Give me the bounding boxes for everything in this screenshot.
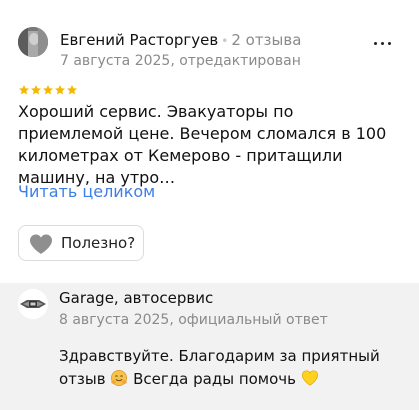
star-icon	[67, 85, 77, 95]
helpful-button[interactable]: Полезно?	[18, 225, 144, 261]
reply-text: Здравствуйте. Благодарим за приятный отз…	[59, 345, 389, 391]
review-date: 7 августа 2025, отредактирован	[60, 53, 301, 69]
star-icon	[19, 85, 29, 95]
author-name[interactable]: Евгений Расторгуев	[60, 31, 218, 49]
star-icon	[43, 85, 53, 95]
hugging-face-emoji-icon	[111, 369, 128, 387]
helpful-label: Полезно?	[61, 234, 136, 252]
review-card: Евгений Расторгуев • 2 отзыва 7 августа 20…	[0, 0, 419, 283]
reply-text-part2: Всегда рады помочь	[133, 370, 296, 388]
author-line: Евгений Расторгуев • 2 отзыва	[60, 31, 301, 49]
star-icon	[31, 85, 41, 95]
author-avatar[interactable]	[18, 27, 48, 57]
business-name[interactable]: Garage, автосервис	[59, 289, 213, 307]
heart-icon	[30, 234, 52, 254]
reviews-count: 2 отзыва	[231, 31, 302, 49]
rating-stars	[18, 84, 78, 96]
more-options-button[interactable]	[372, 36, 394, 50]
review-text: Хороший сервис. Эвакуаторы по приемлемой…	[18, 102, 387, 187]
more-dot-icon	[374, 42, 377, 45]
business-reply: Garage, автосервис 8 августа 2025, офици…	[0, 283, 419, 410]
star-icon	[55, 85, 65, 95]
more-dot-icon	[388, 42, 391, 45]
separator: •	[221, 34, 229, 48]
more-dot-icon	[381, 42, 384, 45]
yellow-heart-emoji-icon	[301, 370, 318, 386]
business-logo	[18, 289, 48, 319]
reply-date: 8 августа 2025, официальный ответ	[59, 312, 328, 328]
read-more-link[interactable]: Читать целиком	[18, 182, 155, 201]
